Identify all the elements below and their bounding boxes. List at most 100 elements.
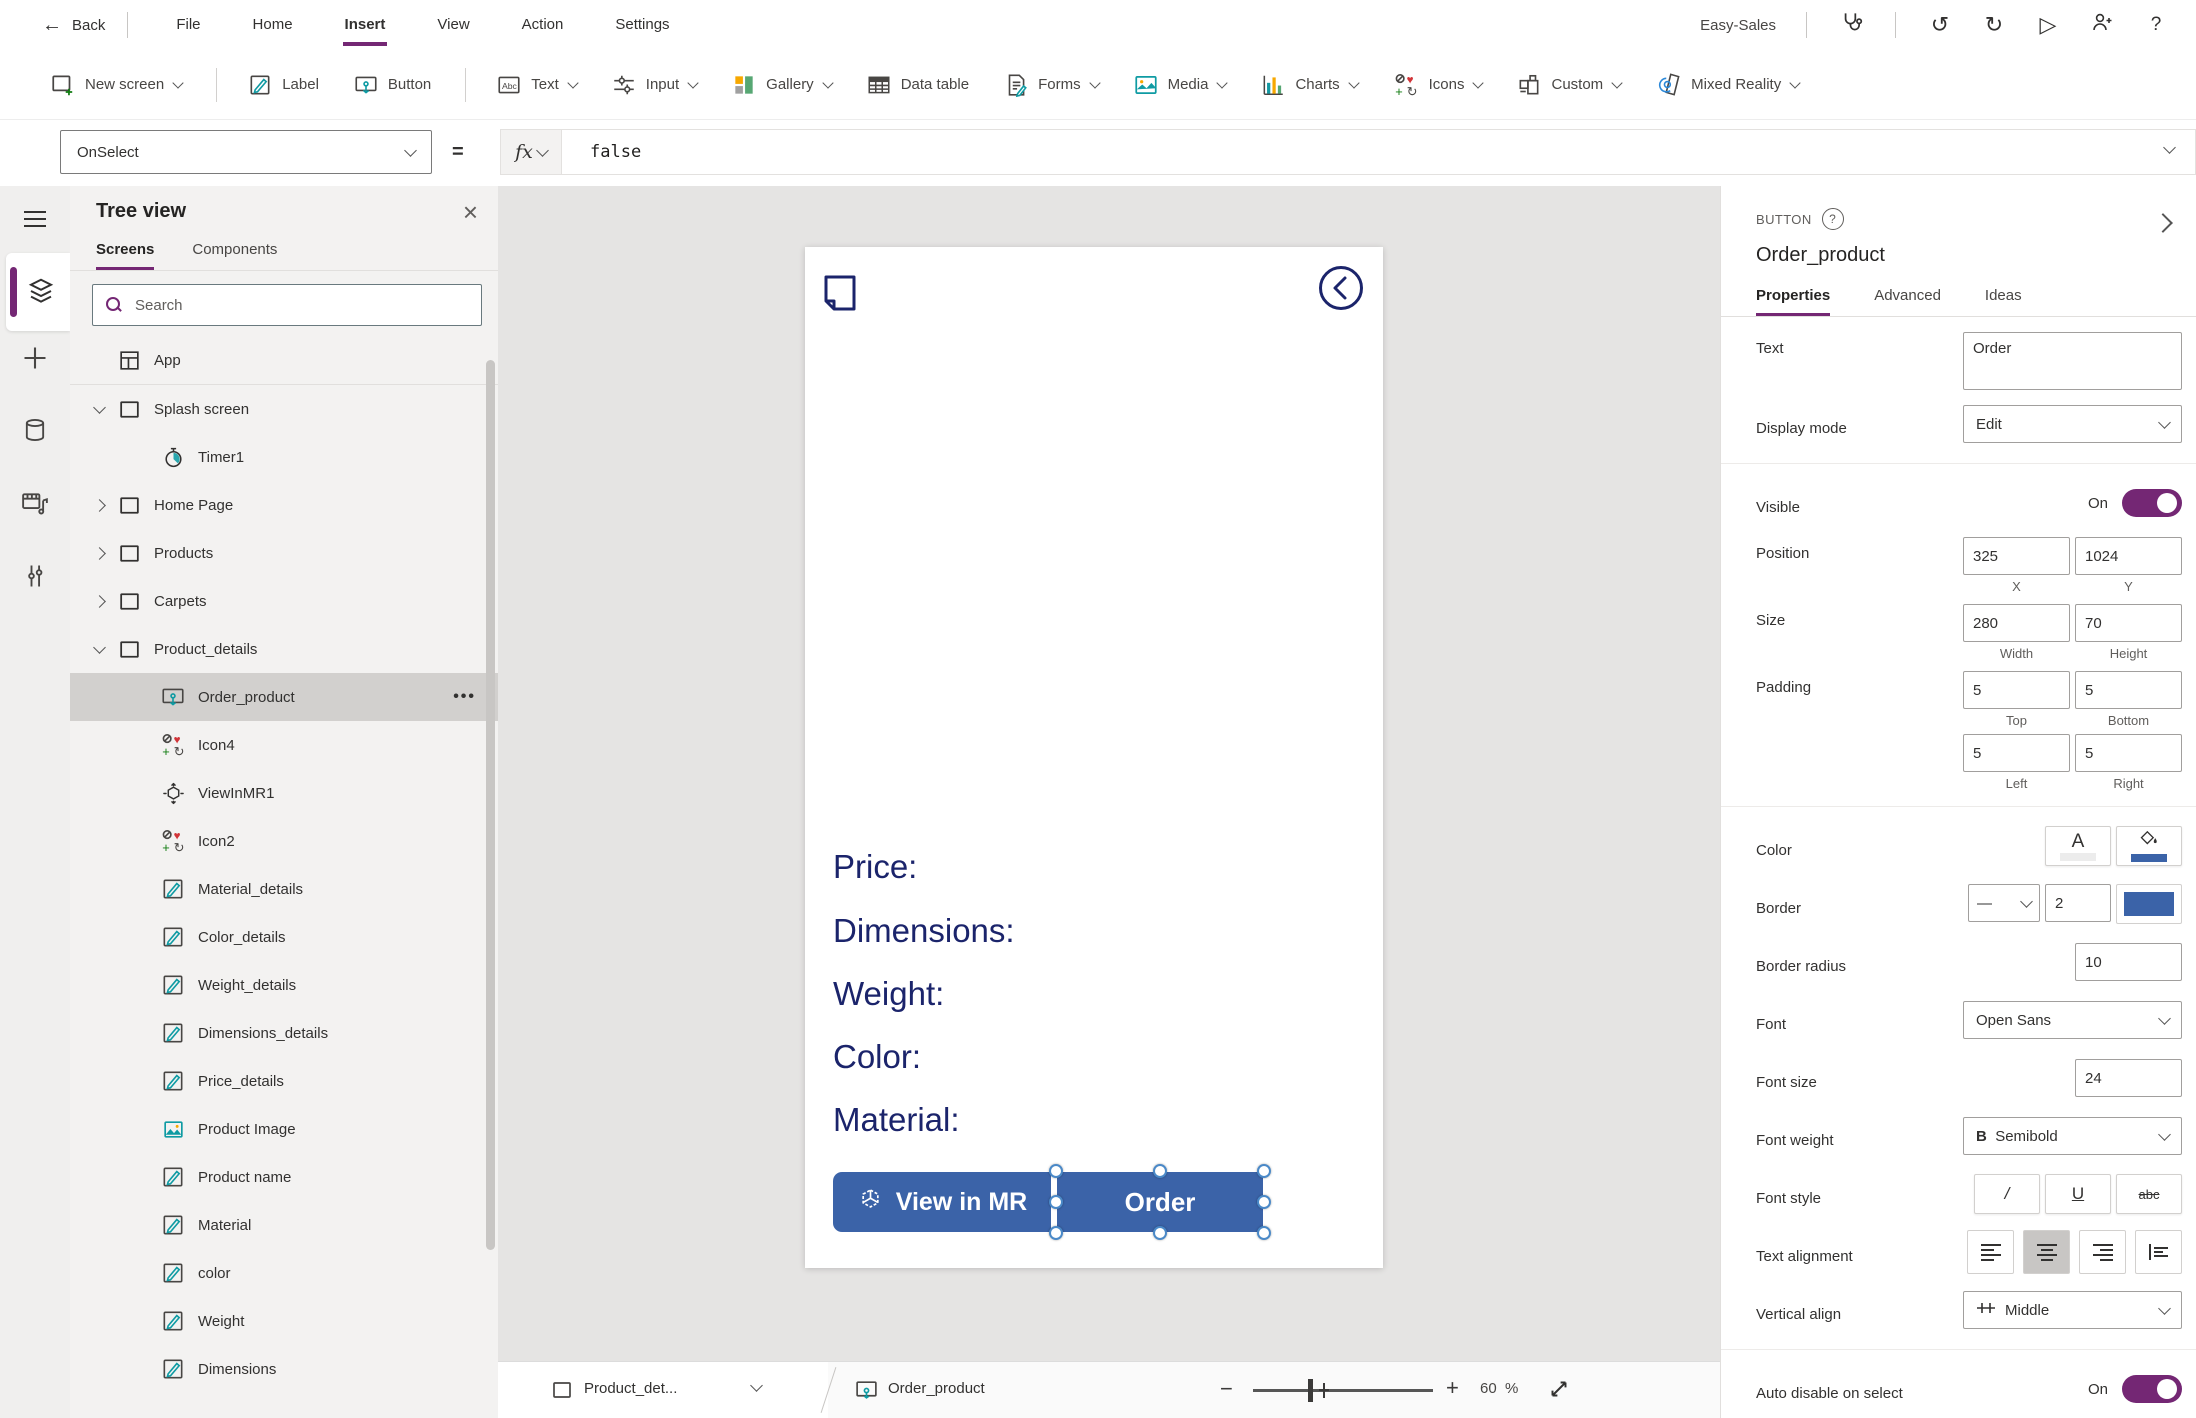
menu-item-file[interactable]: File	[150, 0, 226, 50]
align-left-button[interactable]	[1967, 1230, 2014, 1274]
tree-item-viewinmr1[interactable]: ViewInMR1	[70, 769, 498, 817]
menu-item-home[interactable]: Home	[227, 0, 319, 50]
tree-item-icon4[interactable]: ♥ + ↻ Icon4	[70, 721, 498, 769]
note-icon[interactable]	[820, 272, 860, 319]
size-width-input[interactable]	[1963, 604, 2070, 642]
border-style-select[interactable]: —	[1968, 884, 2040, 922]
canvas-label-weight[interactable]: Weight:	[833, 975, 944, 1013]
more-options-icon[interactable]: •••	[453, 688, 476, 706]
chevron-right-icon[interactable]	[70, 594, 114, 608]
selection-handle[interactable]	[1049, 1195, 1063, 1209]
app-checker-icon[interactable]	[1837, 9, 1865, 41]
tree-item-splash-screen[interactable]: Splash screen	[70, 385, 498, 433]
chevron-down-icon[interactable]	[70, 401, 114, 414]
tree-item-app[interactable]: App	[70, 336, 498, 384]
size-height-input[interactable]	[2075, 604, 2182, 642]
padding-right-input[interactable]	[2075, 734, 2182, 772]
toolbar-item-forms[interactable]: Forms	[1003, 72, 1101, 98]
tree-item-color[interactable]: color	[70, 1249, 498, 1297]
zoom-slider-thumb[interactable]	[1308, 1379, 1313, 1402]
tree-item-timer1[interactable]: Timer1	[70, 433, 498, 481]
current-screen-name[interactable]: Product_det...	[584, 1380, 677, 1397]
padding-bottom-input[interactable]	[2075, 671, 2182, 709]
toolbar-item-label[interactable]: Label	[247, 72, 319, 98]
auto-disable-toggle[interactable]	[2122, 1375, 2182, 1403]
toolbar-item-text[interactable]: Abc Text	[496, 72, 579, 98]
tree-item-icon2[interactable]: ♥ + ↻ Icon2	[70, 817, 498, 865]
menu-item-settings[interactable]: Settings	[589, 0, 695, 50]
tree-item-material-details[interactable]: Material_details	[70, 865, 498, 913]
border-radius-input[interactable]	[2075, 943, 2182, 981]
tree-item-weight-details[interactable]: Weight_details	[70, 961, 498, 1009]
toolbar-item-data-table[interactable]: Data table	[866, 72, 969, 98]
canvas-label-material[interactable]: Material:	[833, 1101, 960, 1139]
back-circle-icon[interactable]	[1317, 264, 1365, 317]
display-mode-select[interactable]: Edit	[1963, 405, 2182, 443]
add-user-icon[interactable]	[2088, 10, 2116, 40]
tree-item-color-details[interactable]: Color_details	[70, 913, 498, 961]
zoom-out-button[interactable]: −	[1220, 1376, 1233, 1402]
toolbar-item-input[interactable]: Input	[611, 72, 699, 98]
insert-plus-icon[interactable]	[0, 344, 70, 372]
selected-control-name[interactable]: Order_product	[888, 1380, 985, 1397]
expand-icon[interactable]	[1546, 1376, 1572, 1407]
tab-screens[interactable]: Screens	[96, 241, 155, 270]
tree-item-product-name[interactable]: Product name	[70, 1153, 498, 1201]
text-value-input[interactable]: Order	[1963, 332, 2182, 390]
font-size-input[interactable]	[2075, 1059, 2182, 1097]
chevron-right-icon[interactable]	[70, 546, 114, 560]
advanced-tools-icon[interactable]	[0, 561, 70, 591]
zoom-in-button[interactable]: +	[1446, 1375, 1459, 1401]
border-thickness-input[interactable]	[2045, 884, 2111, 922]
tab-ideas[interactable]: Ideas	[1985, 287, 2022, 316]
tree-item-products[interactable]: Products	[70, 529, 498, 577]
tree-item-product-details[interactable]: Product_details	[70, 625, 498, 673]
canvas-label-dimensions[interactable]: Dimensions:	[833, 912, 1015, 950]
formula-input[interactable]: false	[562, 142, 2195, 162]
border-color-swatch[interactable]	[2116, 884, 2182, 924]
phone-screen[interactable]: Price: Dimensions: Weight: Color: Material: …	[805, 247, 1383, 1268]
order-button[interactable]: Order	[1049, 1164, 1271, 1240]
selection-handle[interactable]	[1049, 1164, 1063, 1178]
selection-handle[interactable]	[1153, 1226, 1167, 1240]
help-icon[interactable]: ?	[2142, 14, 2170, 36]
tree-item-price-details[interactable]: Price_details	[70, 1057, 498, 1105]
toolbar-item-new-screen[interactable]: New screen	[50, 72, 184, 98]
tree-item-order-product[interactable]: Order_product •••	[70, 673, 498, 721]
selection-handle[interactable]	[1257, 1164, 1271, 1178]
chevron-down-icon[interactable]	[70, 641, 114, 654]
font-color-button[interactable]: A	[2045, 826, 2111, 866]
fill-color-button[interactable]	[2116, 826, 2182, 866]
toolbar-item-icons[interactable]: ♥ + ↻ Icons	[1392, 71, 1485, 99]
chevron-right-icon[interactable]	[70, 498, 114, 512]
tab-components[interactable]: Components	[192, 241, 277, 270]
position-y-input[interactable]	[2075, 537, 2182, 575]
search-input[interactable]	[133, 295, 469, 315]
position-x-input[interactable]	[1963, 537, 2070, 575]
tree-item-material[interactable]: Material	[70, 1201, 498, 1249]
toolbar-item-mixed-reality[interactable]: Mixed Reality	[1655, 71, 1801, 98]
tree-item-carpets[interactable]: Carpets	[70, 577, 498, 625]
menu-item-view[interactable]: View	[411, 0, 495, 50]
toolbar-item-button[interactable]: Button	[353, 72, 431, 98]
tree-scrollbar[interactable]	[486, 360, 495, 1250]
menu-item-action[interactable]: Action	[496, 0, 590, 50]
fx-button[interactable]: fx	[501, 130, 562, 174]
menu-item-insert[interactable]: Insert	[319, 0, 412, 50]
vertical-align-select[interactable]: Middle	[1963, 1291, 2182, 1329]
redo-icon[interactable]: ↻	[1980, 12, 2008, 38]
hamburger-icon[interactable]	[0, 208, 70, 230]
selection-handle[interactable]	[1257, 1195, 1271, 1209]
tree-item-weight[interactable]: Weight	[70, 1297, 498, 1345]
tree-item-dimensions-details[interactable]: Dimensions_details	[70, 1009, 498, 1057]
property-selector[interactable]: OnSelect	[60, 130, 432, 174]
help-icon[interactable]: ?	[1821, 208, 1844, 230]
toolbar-item-media[interactable]: Media	[1133, 72, 1229, 98]
selection-handle[interactable]	[1049, 1226, 1063, 1240]
selection-handle[interactable]	[1153, 1164, 1167, 1178]
toolbar-item-custom[interactable]: Custom	[1516, 72, 1623, 98]
data-icon[interactable]	[0, 416, 70, 444]
play-preview-icon[interactable]: ▷	[2034, 12, 2062, 38]
padding-left-input[interactable]	[1963, 734, 2070, 772]
rail-item-tree-view[interactable]	[6, 253, 70, 331]
